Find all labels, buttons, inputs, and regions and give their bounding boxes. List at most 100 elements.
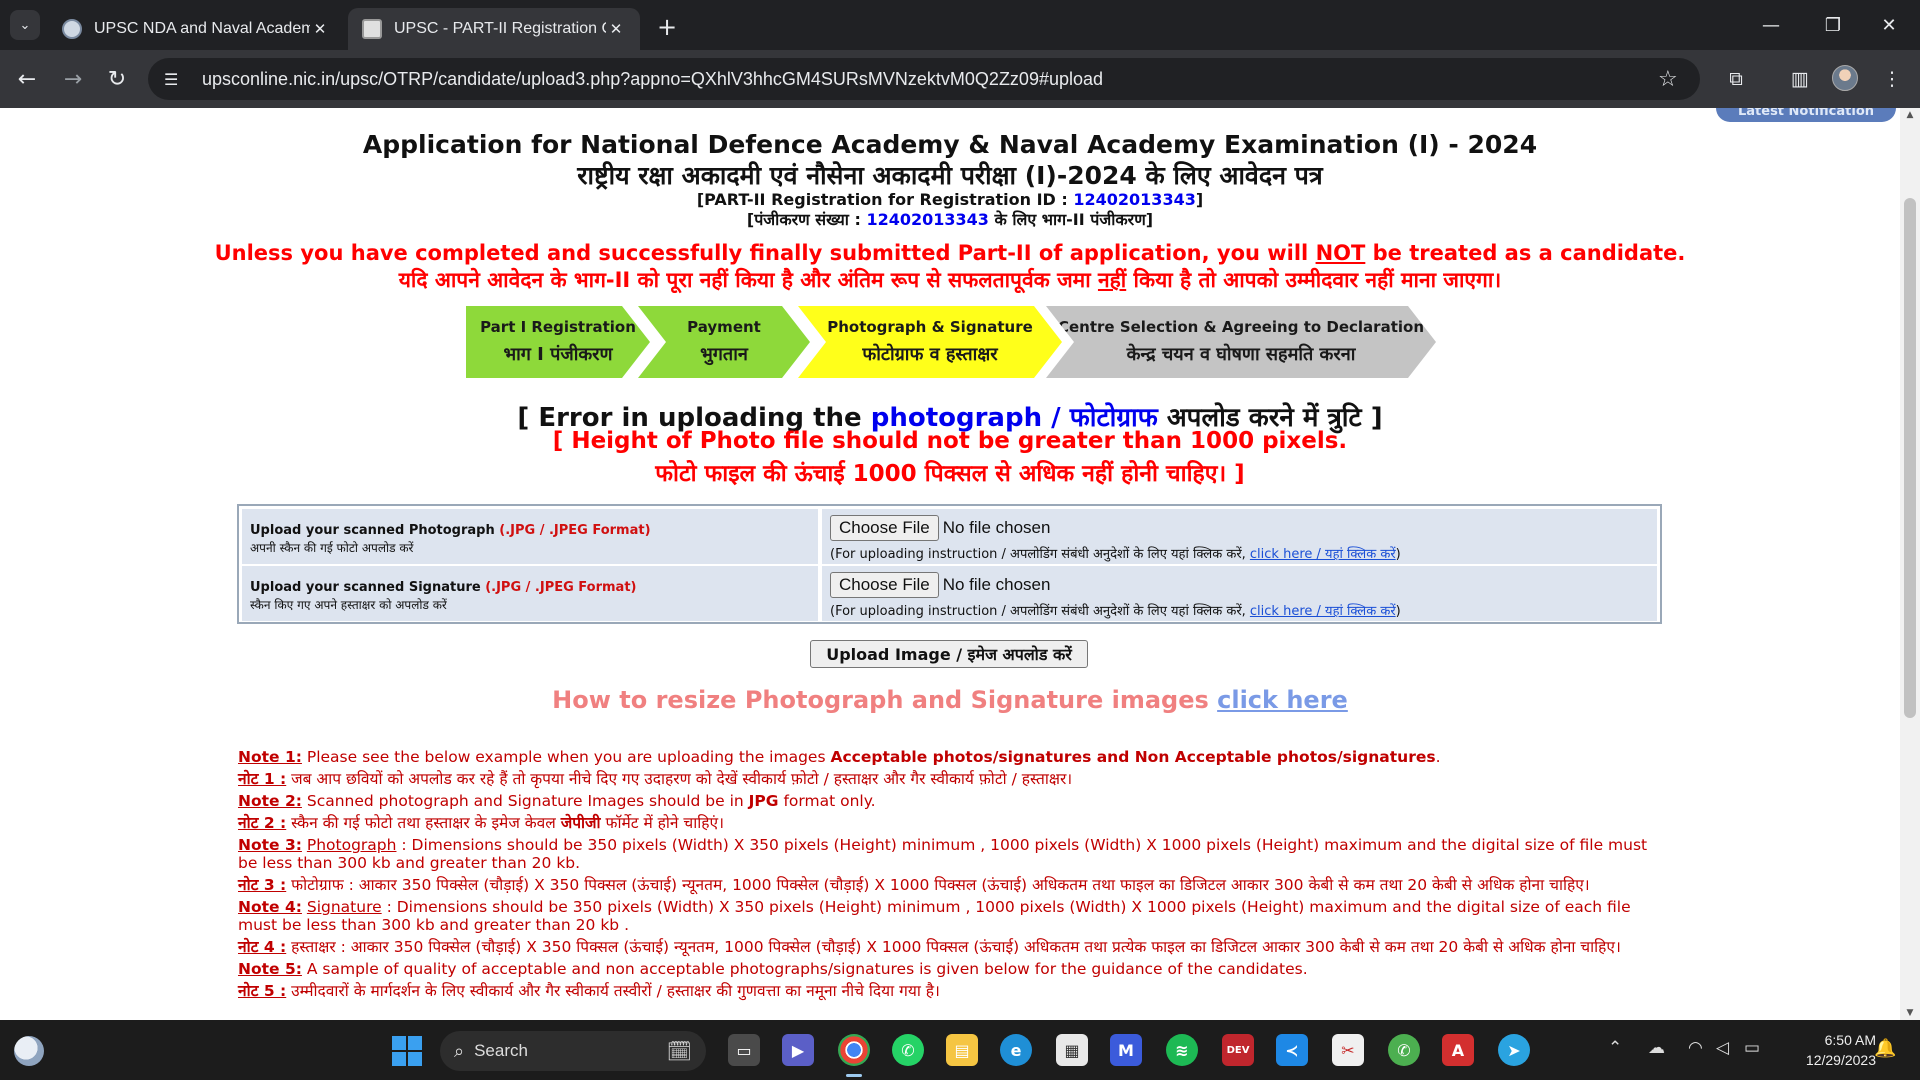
note-text: Please see the below example when you ar… [301, 748, 831, 766]
extensions-puzzle-icon[interactable]: ⧉ [1720, 63, 1752, 95]
regid-suffix: ] [1195, 190, 1204, 209]
step-photograph-signature: Photograph & Signature फोटोग्राफ व हस्ता… [798, 306, 1062, 378]
battery-icon[interactable]: ▭ [1744, 1038, 1760, 1058]
url-text[interactable]: upsconline.nic.in/upsc/OTRP/candidate/up… [202, 69, 1658, 90]
menu-kebab-icon[interactable]: ⋮ [1876, 63, 1908, 95]
tab-upsc-part2[interactable]: UPSC - PART-II Registration Cor ✕ [348, 8, 640, 50]
page-scrollbar[interactable]: ▲ ▼ [1900, 108, 1920, 1020]
spotify-icon[interactable]: ≋ [1166, 1034, 1198, 1066]
whatsapp-web-icon[interactable]: ✆ [1388, 1034, 1420, 1066]
address-bar[interactable]: ☰ upsconline.nic.in/upsc/OTRP/candidate/… [148, 58, 1700, 100]
photo-instructions-link[interactable]: click here / यहां क्लिक करें [1250, 547, 1396, 562]
notification-bell-icon[interactable]: 🔔 [1874, 1038, 1896, 1059]
note-label: नोट 5 : [238, 982, 287, 1000]
photo-upload-input-cell: Choose File No file chosen (For uploading… [822, 509, 1657, 564]
scrollbar-thumb[interactable] [1904, 198, 1916, 718]
photo-upload-row: Upload your scanned Photograph (.JPG / .… [242, 509, 1657, 564]
scroll-down-arrow-icon[interactable]: ▼ [1900, 1008, 1920, 1018]
system-clock[interactable]: 6:50 AM 12/29/2023 [1786, 1030, 1876, 1070]
step-label: Centre Selection & Agreeing to Declarati… [1058, 318, 1424, 336]
note-label: नोट 3 : [238, 876, 287, 894]
whatsapp-icon[interactable]: ✆ [892, 1034, 924, 1066]
search-label: Search [474, 1041, 528, 1060]
step-part1-registration: Part I Registration भाग I पंजीकरण [466, 306, 650, 378]
antivirus-tray-icon[interactable]: ☁ [1648, 1038, 1665, 1058]
browser-toolbar: ← → ↻ ☰ upsconline.nic.in/upsc/OTRP/cand… [0, 50, 1920, 108]
warning-text: यदि आपने आवेदन के भाग-II को पूरा नहीं कि… [398, 268, 1098, 292]
note-label: Note 1: [238, 748, 302, 766]
signature-choose-file-button[interactable]: Choose File [830, 572, 939, 598]
clock-date: 12/29/2023 [1805, 1052, 1876, 1068]
tab-strip: ⌄ UPSC NDA and Naval Academy ✕ UPSC - PA… [0, 0, 1920, 50]
note-label: Note 5: [238, 960, 302, 978]
close-icon[interactable]: ✕ [310, 19, 330, 39]
signature-instructions-link[interactable]: click here / यहां क्लिक करें [1250, 604, 1396, 619]
page-content: Latest Notification Application for Nati… [0, 108, 1900, 1020]
regid-hi-suffix: के लिए भाग-II पंजीकरण] [988, 210, 1154, 229]
photo-upload-label-cell: Upload your scanned Photograph (.JPG / .… [242, 509, 818, 564]
note-text: जब आप छवियों को अपलोड कर रहे हैं तो कृपय… [286, 770, 1073, 788]
signature-upload-label-cell: Upload your scanned Signature (.JPG / .J… [242, 566, 818, 621]
acrobat-icon[interactable]: A [1442, 1034, 1474, 1066]
new-tab-plus-icon[interactable]: + [652, 12, 682, 42]
note-text: A sample of quality of acceptable and no… [301, 960, 1308, 978]
instr-text: (For uploading instruction / अपलोडिंग सं… [830, 604, 1250, 619]
registration-progress-steps: Part I Registration भाग I पंजीकरण Paymen… [466, 306, 1436, 378]
vscode-icon[interactable]: ≺ [1276, 1034, 1308, 1066]
upload-image-button[interactable]: Upload Image / इमेज अपलोड करें [810, 640, 1088, 668]
close-icon[interactable]: ✕ [606, 19, 626, 39]
page-title-hindi: राष्ट्रीय रक्षा अकादमी एवं नौसेना अकादमी… [577, 161, 1323, 190]
window-close-icon[interactable]: ✕ [1858, 0, 1920, 50]
code-editor-icon[interactable]: M [1110, 1034, 1142, 1066]
weather-widget-icon[interactable] [14, 1036, 44, 1066]
file-explorer-icon[interactable]: ▤ [946, 1034, 978, 1066]
photo-choose-file-button[interactable]: Choose File [830, 515, 939, 541]
step-label: Part I Registration [480, 318, 636, 336]
bookmark-star-icon[interactable]: ☆ [1658, 67, 1688, 92]
resize-text: How to resize Photograph and Signature i… [552, 686, 1218, 714]
note-item: Note 3: Photograph : Dimensions should b… [238, 836, 1650, 872]
back-arrow-icon[interactable]: ← [10, 62, 44, 96]
forward-arrow-icon[interactable]: → [56, 62, 90, 96]
note-item: Note 1: Please see the below example whe… [238, 748, 1650, 766]
step-centre-selection: Centre Selection & Agreeing to Declarati… [1046, 306, 1436, 378]
snipping-tool-icon[interactable]: ✂ [1332, 1034, 1364, 1066]
note-label: Note 3: [238, 836, 302, 854]
tray-chevron-up-icon[interactable]: ⌃ [1608, 1038, 1622, 1058]
reload-icon[interactable]: ↻ [100, 62, 134, 96]
note-emphasis: JPG [748, 792, 779, 810]
minimize-icon[interactable]: — [1740, 0, 1802, 50]
dev-cpp-icon[interactable]: DEV [1222, 1034, 1254, 1066]
volume-icon[interactable]: ◁ [1716, 1038, 1729, 1058]
note-text: स्कैन की गई फोटो तथा हस्ताक्षर के इमेज क… [286, 814, 561, 832]
note-text: Scanned photograph and Signature Images … [301, 792, 749, 810]
edge-icon[interactable]: e [1000, 1034, 1032, 1066]
chrome-active-indicator [846, 1074, 862, 1077]
chrome-icon[interactable] [838, 1034, 870, 1066]
tab-title: UPSC NDA and Naval Academy [94, 20, 310, 37]
note-text: हस्ताक्षर : आकार 350 पिक्सेल (चौड़ाई) X … [286, 938, 1621, 956]
taskbar-search[interactable]: ⌕ Search 🗓 [440, 1031, 706, 1071]
windows-start-icon[interactable] [392, 1036, 422, 1066]
restore-icon[interactable]: ❐ [1802, 0, 1864, 50]
teams-chat-icon[interactable]: ▶ [782, 1034, 814, 1066]
latest-notification-ribbon[interactable]: Latest Notification [1716, 108, 1896, 122]
profile-avatar[interactable] [1832, 65, 1858, 91]
site-info-icon[interactable]: ☰ [164, 70, 188, 89]
task-view-icon[interactable]: ▭ [728, 1034, 760, 1066]
signature-upload-label-hindi: स्कैन किए गए अपने हस्ताक्षर को अपलोड करे… [250, 598, 447, 612]
registration-id-line: [PART-II Registration for Registration I… [0, 190, 1900, 209]
note-subject: Signature [306, 898, 382, 916]
side-panel-icon[interactable]: ▥ [1784, 63, 1816, 95]
candidate-warning-hindi: यदि आपने आवेदन के भाग-II को पूरा नहीं कि… [0, 266, 1900, 294]
resize-help-link[interactable]: click here [1217, 686, 1348, 714]
scroll-up-arrow-icon[interactable]: ▲ [1900, 110, 1920, 120]
note-text: उम्मीदवारों के मार्गदर्शन के लिए स्वीकार… [286, 982, 940, 1000]
telegram-icon[interactable]: ➤ [1498, 1034, 1530, 1066]
warning-not: नहीं [1097, 268, 1127, 292]
tab-search-chevron-icon[interactable]: ⌄ [10, 10, 40, 40]
wifi-icon[interactable]: ◠ [1688, 1038, 1703, 1058]
signature-format: (.JPG / .JPEG Format) [480, 580, 637, 595]
tab-upsc-nda[interactable]: UPSC NDA and Naval Academy ✕ [48, 8, 344, 50]
microsoft-store-icon[interactable]: ▦ [1056, 1034, 1088, 1066]
